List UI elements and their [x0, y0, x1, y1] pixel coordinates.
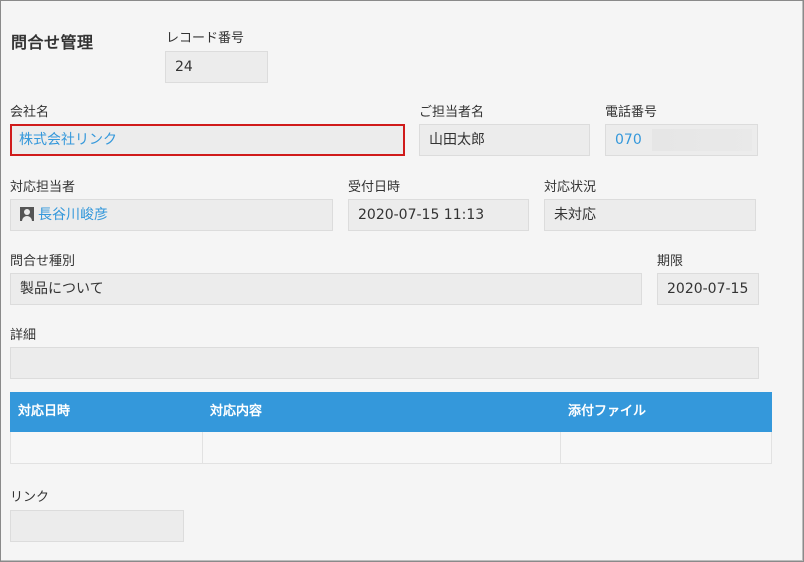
record-number-field: 24 — [165, 51, 268, 83]
assignee-link[interactable]: 長谷川峻彦 — [38, 207, 108, 223]
inquiry-type-field: 製品について — [10, 273, 642, 305]
contact-person-value: 山田太郎 — [429, 132, 485, 148]
subtable-cell-divider — [202, 432, 203, 463]
record-number-label: レコード番号 — [166, 31, 245, 46]
subtable-header-attachment: 添付ファイル — [568, 404, 647, 419]
subtable-header-content: 対応内容 — [210, 404, 263, 419]
subtable-row — [10, 432, 772, 464]
status-label: 対応状況 — [544, 180, 597, 195]
contact-person-field: 山田太郎 — [419, 124, 590, 156]
received-at-value: 2020-07-15 11:13 — [358, 207, 485, 223]
company-field[interactable]: 株式会社リンク — [10, 124, 405, 156]
app-title: 問合せ管理 — [11, 33, 94, 52]
received-at-label: 受付日時 — [348, 180, 401, 195]
received-at-field: 2020-07-15 11:13 — [348, 199, 529, 231]
inquiry-type-value: 製品について — [20, 281, 104, 297]
status-field: 未対応 — [544, 199, 756, 231]
contact-person-label: ご担当者名 — [419, 105, 485, 120]
inquiry-type-label: 問合せ種別 — [10, 254, 76, 269]
detail-field — [10, 347, 759, 379]
company-label: 会社名 — [10, 105, 50, 120]
assignee-label: 対応担当者 — [10, 180, 76, 195]
detail-label: 詳細 — [10, 328, 37, 343]
assignee-field: 長谷川峻彦 — [10, 199, 333, 231]
phone-field[interactable]: 070 — [605, 124, 758, 156]
deadline-label: 期限 — [657, 254, 684, 269]
deadline-field: 2020-07-15 — [657, 273, 759, 305]
user-icon — [20, 207, 34, 221]
company-link[interactable]: 株式会社リンク — [19, 132, 117, 148]
subtable-cell-divider — [560, 432, 561, 463]
phone-link[interactable]: 070 — [615, 132, 642, 148]
deadline-value: 2020-07-15 — [667, 281, 749, 297]
record-number-value: 24 — [175, 59, 193, 75]
link-field — [10, 510, 184, 542]
status-value: 未対応 — [554, 207, 596, 223]
phone-redaction — [652, 129, 752, 151]
phone-label: 電話番号 — [605, 105, 658, 120]
subtable-header-datetime: 対応日時 — [18, 404, 71, 419]
subtable-header: 対応日時 対応内容 添付ファイル — [10, 392, 772, 432]
link-label: リンク — [10, 490, 50, 505]
